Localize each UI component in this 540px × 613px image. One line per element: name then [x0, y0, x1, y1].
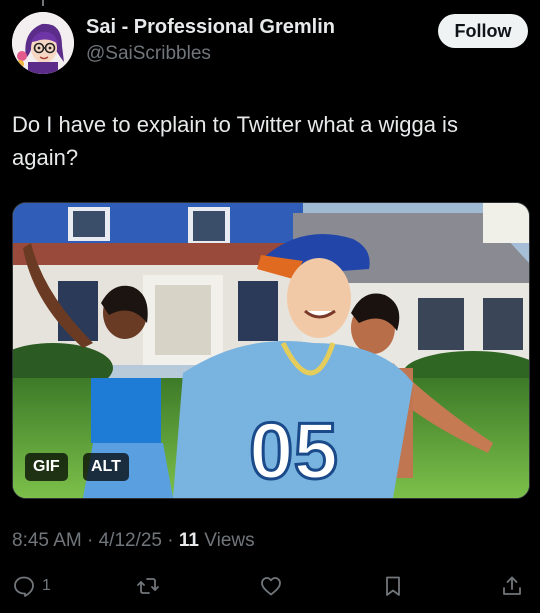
avatar[interactable]	[12, 12, 74, 74]
reply-icon	[14, 576, 34, 597]
author-display-name[interactable]: Sai - Professional Gremlin	[86, 16, 335, 39]
tweet-text: Do I have to explain to Twitter what a w…	[12, 112, 458, 170]
views-count: 11	[178, 530, 199, 551]
alt-badge[interactable]: ALT	[83, 453, 129, 481]
gif-badge: GIF	[25, 453, 68, 481]
tweet-header: Sai - Professional Gremlin @SaiScribbles…	[12, 12, 528, 74]
repost-icon	[137, 578, 159, 594]
meta-separator: ·	[87, 530, 94, 551]
meta-separator: ·	[167, 530, 174, 551]
action-bar: 1	[0, 566, 540, 606]
tweet-date[interactable]: 4/12/25	[99, 530, 162, 551]
author-handle[interactable]: @SaiScribbles	[86, 43, 211, 65]
bookmark-button[interactable]	[381, 572, 405, 600]
like-button[interactable]	[259, 572, 283, 600]
follow-button[interactable]: Follow	[438, 14, 528, 48]
bookmark-icon	[386, 576, 400, 596]
thread-line	[42, 0, 44, 6]
like-icon	[261, 577, 281, 596]
reply-count: 1	[42, 577, 51, 594]
share-button[interactable]	[500, 572, 524, 600]
share-icon	[503, 576, 521, 595]
jersey-number: 05	[249, 406, 338, 495]
avatar-illustration	[12, 12, 74, 74]
tweet-meta: 8:45 AM · 4/12/25 · 11 Views	[12, 530, 255, 552]
reply-button[interactable]: 1	[12, 572, 51, 600]
tweet-media-gif[interactable]: 05 GIF ALT	[12, 202, 530, 499]
tweet-time[interactable]: 8:45 AM	[12, 530, 82, 551]
repost-button[interactable]	[136, 572, 160, 600]
views-label: Views	[204, 530, 255, 551]
